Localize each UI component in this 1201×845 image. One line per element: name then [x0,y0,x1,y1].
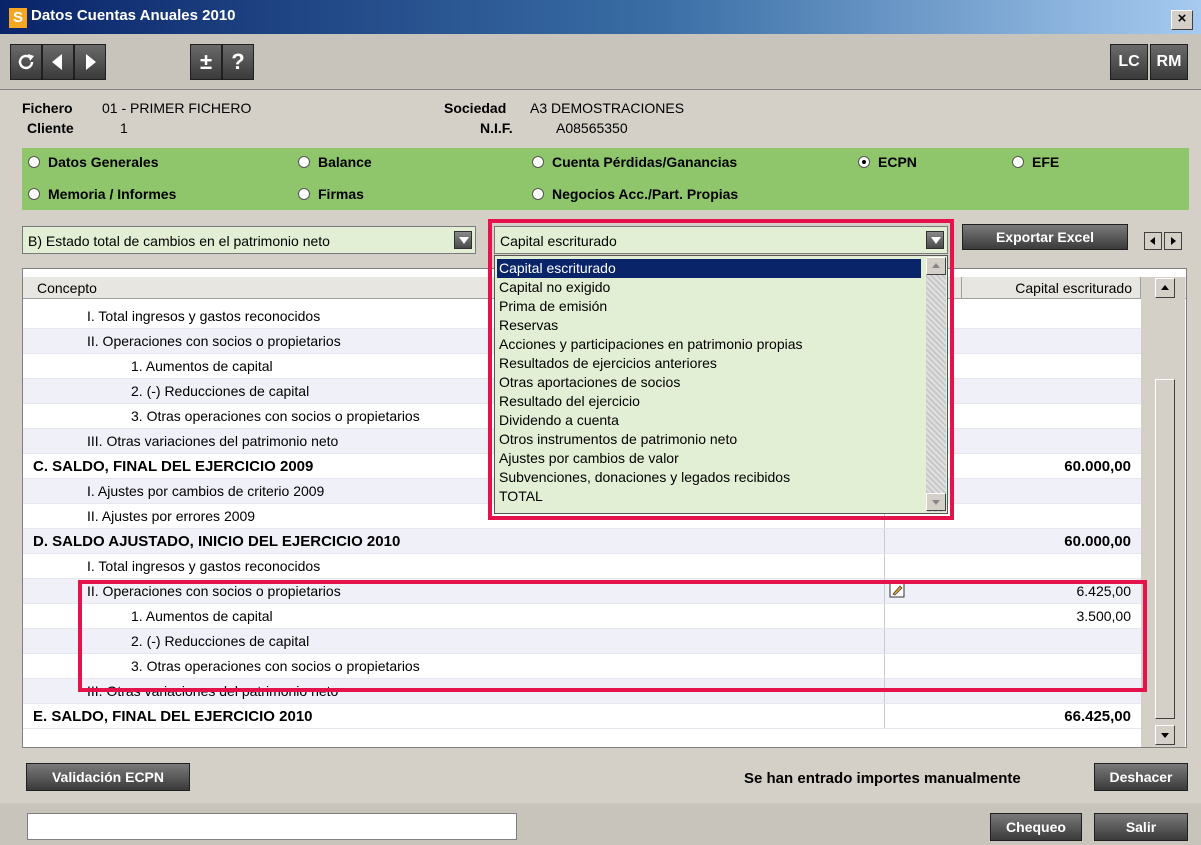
radio-icon [532,188,544,200]
column-header-value[interactable]: Capital escriturado [961,277,1141,298]
vertical-scrollbar[interactable] [1141,277,1185,747]
next-button[interactable] [74,44,106,80]
radio-icon [1012,156,1024,168]
section-selector: Datos Generales Balance Cuenta Pérdidas/… [22,148,1189,210]
radio-ecpn[interactable]: ECPN [858,154,917,170]
close-window-button[interactable]: × [1171,10,1193,30]
deshacer-button[interactable]: Deshacer [1094,763,1188,791]
chequeo-button[interactable]: Chequeo [990,813,1082,841]
radio-icon [298,188,310,200]
chevron-down-icon[interactable] [454,231,472,249]
scroll-down-button[interactable] [1155,725,1175,745]
status-field[interactable] [27,813,517,840]
cliente-label: Cliente [27,120,74,136]
radio-label: EFE [1032,154,1060,170]
fichero-label: Fichero [22,100,73,116]
rm-button[interactable]: RM [1150,44,1188,80]
radio-balance[interactable]: Balance [298,154,372,170]
nif-label: N.I.F. [480,120,513,136]
row-label: D. SALDO AJUSTADO, INICIO DEL EJERCICIO … [23,529,885,553]
cliente-value: 1 [120,120,128,136]
arrow-right-icon [1171,237,1176,245]
refresh-icon [18,54,34,70]
radio-icon [532,156,544,168]
title-bar: S Datos Cuentas Anuales 2010 × [0,0,1201,34]
radio-label: Memoria / Informes [48,186,177,202]
radio-label: Cuenta Pérdidas/Ganancias [552,154,738,170]
radio-efe[interactable]: EFE [1012,154,1059,170]
statement-select-value: B) Estado total de cambios en el patrimo… [28,233,330,249]
toolbar: ± ? LC RM [0,34,1201,90]
radio-selected-icon [858,156,870,168]
row-value-cell[interactable]: 66.425,00 [885,704,1141,728]
refresh-button[interactable] [10,44,42,80]
lc-button[interactable]: LC [1110,44,1148,80]
window-title: Datos Cuentas Anuales 2010 [31,7,236,24]
salir-button[interactable]: Salir [1094,813,1188,841]
validacion-ecpn-button[interactable]: Validación ECPN [26,763,190,791]
radio-label: Balance [318,154,372,170]
arrow-left-icon [52,54,62,70]
arrow-left-icon [1150,237,1155,245]
radio-label: Negocios Acc./Part. Propias [552,186,739,202]
sociedad-value: A3 DEMOSTRACIONES [530,100,685,116]
radio-icon [28,188,40,200]
radio-negocios[interactable]: Negocios Acc./Part. Propias [532,186,738,202]
radio-firmas[interactable]: Firmas [298,186,364,202]
scroll-left-button[interactable] [1144,232,1162,250]
previous-button[interactable] [42,44,74,80]
row-label: E. SALDO, FINAL DEL EJERCICIO 2010 [23,704,885,728]
radio-label: Datos Generales [48,154,159,170]
highlight-box [78,580,1147,692]
scroll-thumb[interactable] [1155,379,1175,719]
scroll-up-button[interactable] [1155,278,1175,298]
radio-icon [298,156,310,168]
radio-icon [28,156,40,168]
column-header-concepto[interactable]: Concepto [37,280,97,296]
statement-select[interactable]: B) Estado total de cambios en el patrimo… [22,226,476,254]
sociedad-label: Sociedad [444,100,507,116]
help-button[interactable]: ? [222,44,254,80]
row-label: I. Total ingresos y gastos reconocidos [23,554,885,578]
manual-entry-notice: Se han entrado importes manualmente [744,770,1021,787]
nif-value: A08565350 [556,120,628,136]
highlight-box [488,219,954,520]
radio-memoria[interactable]: Memoria / Informes [28,186,176,202]
arrow-down-icon [1161,733,1169,738]
radio-cuenta-pyg[interactable]: Cuenta Pérdidas/Ganancias [532,154,737,170]
arrow-up-icon [1161,285,1169,290]
fichero-value: 01 - PRIMER FICHERO [102,100,252,116]
export-excel-button[interactable]: Exportar Excel [962,224,1128,250]
radio-label: Firmas [318,186,364,202]
radio-label: ECPN [878,154,917,170]
row-value-cell[interactable]: 60.000,00 [885,529,1141,553]
scroll-right-button[interactable] [1164,232,1182,250]
app-logo-icon: S [9,8,27,28]
row-value-cell[interactable] [885,554,1141,578]
plusminus-button[interactable]: ± [190,44,222,80]
arrow-right-icon [86,54,96,70]
radio-datos-generales[interactable]: Datos Generales [28,154,159,170]
